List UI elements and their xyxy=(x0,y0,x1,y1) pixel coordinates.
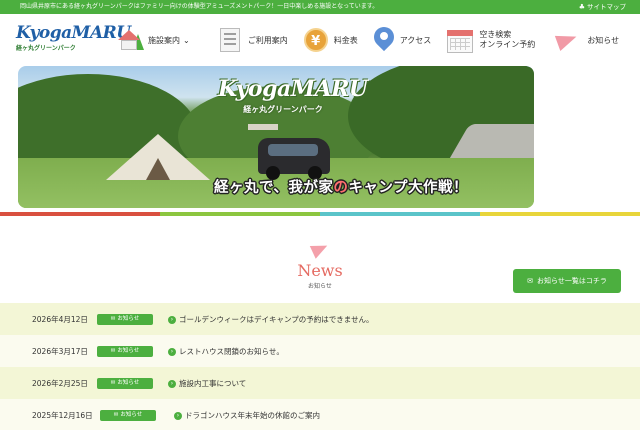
sitemap-link[interactable]: ♣ サイトマップ xyxy=(579,0,626,14)
color-stripe xyxy=(0,212,640,216)
arrow-right-icon: › xyxy=(174,411,182,420)
mail-icon: ✉ xyxy=(527,277,533,285)
stripe-segment xyxy=(480,212,640,216)
nav-item-guide[interactable]: ご利用案内 xyxy=(218,27,288,53)
mail-icon: ✉ xyxy=(110,379,116,386)
site-logo[interactable]: KyogaMARU 経ヶ丸グリーンパーク xyxy=(16,23,131,58)
news-badge: ✉ お知らせ xyxy=(97,345,153,357)
sitemap-icon: ♣ xyxy=(578,3,585,11)
news-link[interactable]: › ゴールデンウィークはデイキャンプの予約はできません。 xyxy=(168,314,374,325)
catch-text-1: 経ヶ丸で、我が家 xyxy=(214,180,334,196)
megaphone-icon xyxy=(309,239,331,259)
catch-text-accent: の xyxy=(333,180,349,196)
nav-label-news: お知らせ xyxy=(587,35,620,45)
hero-logo-mark: KyogaMARU xyxy=(218,76,368,102)
main-nav: 施設案内 ⌄ ご利用案内 ¥ 料金表 アクセス 空き検索 オンライン予約 お知ら… xyxy=(116,14,619,66)
yen-icon: ¥ xyxy=(303,28,328,52)
nav-label-reservation: 空き検索 オンライン予約 xyxy=(479,30,536,49)
hero-catchphrase: 経ヶ丸で、我が家のキャンプ大作戦！ xyxy=(214,176,468,197)
news-title-text: 施設内工事について xyxy=(179,378,247,388)
news-badge: ✉ お知らせ xyxy=(97,377,153,389)
news-date: 2026年4月12日 xyxy=(32,314,88,324)
news-row[interactable]: 2025年12月16日 ✉ お知らせ › ドラゴンハウス年末年始の休館のご案内 xyxy=(0,399,640,430)
arrow-right-icon: › xyxy=(168,379,176,388)
calendar-icon xyxy=(447,27,474,53)
news-date: 2026年3月17日 xyxy=(32,346,88,356)
news-list: 2026年4月12日 ✉ お知らせ › ゴールデンウィークはデイキャンプの予約はでき… xyxy=(0,303,640,430)
car-image xyxy=(258,138,330,180)
news-badge: ✉ お知らせ xyxy=(97,313,153,325)
news-title-text: ドラゴンハウス年末年始の休館のご案内 xyxy=(185,410,320,420)
guide-document-icon xyxy=(218,27,242,53)
news-badge: ✉ お知らせ xyxy=(100,409,156,421)
top-info-bar: 岡山県井原市にある経ヶ丸グリーンパークはファミリー向けの体験型アミューズメントパ… xyxy=(0,0,640,14)
news-link[interactable]: › レストハウス閉鎖のお知らせ。 xyxy=(168,346,284,357)
news-title-text: レストハウス閉鎖のお知らせ。 xyxy=(179,346,284,356)
news-title: News xyxy=(297,261,343,280)
mail-icon: ✉ xyxy=(110,347,116,354)
news-badge-label: お知らせ xyxy=(117,347,140,354)
news-date: 2026年2月25日 xyxy=(32,378,88,388)
news-title-text: ゴールデンウィークはデイキャンプの予約はできません。 xyxy=(179,314,374,324)
news-date: 2025年12月16日 xyxy=(32,410,93,420)
nav-label-fees: 料金表 xyxy=(333,35,358,45)
nav-item-fees[interactable]: ¥ 料金表 xyxy=(303,28,358,52)
site-header: KyogaMARU 経ヶ丸グリーンパーク 施設案内 ⌄ ご利用案内 ¥ 料金表 xyxy=(0,14,640,66)
nav-item-access[interactable]: アクセス xyxy=(369,22,432,53)
news-row[interactable]: 2026年4月12日 ✉ お知らせ › ゴールデンウィークはデイキャンプの予約はでき… xyxy=(0,303,640,335)
hero-banner: KyogaMARU 経ヶ丸グリーンパーク 経ヶ丸で、我が家のキャンプ大作戦！ xyxy=(18,66,534,208)
facility-icon xyxy=(116,28,144,52)
hero-logo-subtitle: 経ヶ丸グリーンパーク xyxy=(243,105,323,114)
news-row[interactable]: 2026年2月25日 ✉ お知らせ › 施設内工事について xyxy=(0,367,640,399)
nav-item-reservation[interactable]: 空き検索 オンライン予約 xyxy=(447,27,535,53)
site-tagline: 岡山県井原市にある経ヶ丸グリーンパークはファミリー向けの体験型アミューズメントパ… xyxy=(20,3,379,10)
news-badge-label: お知らせ xyxy=(117,379,140,386)
news-badge-label: お知らせ xyxy=(117,315,140,322)
mail-icon: ✉ xyxy=(110,315,116,322)
news-list-button[interactable]: ✉ お知らせ一覧はコチラ xyxy=(513,269,621,293)
news-link[interactable]: › ドラゴンハウス年末年始の休館のご案内 xyxy=(174,410,320,421)
nav-item-news[interactable]: お知らせ xyxy=(555,29,619,51)
map-pin-icon xyxy=(369,22,398,53)
nav-label-facility: 施設案内 xyxy=(148,35,180,45)
news-subtitle: お知らせ xyxy=(308,283,332,290)
news-row[interactable]: 2026年3月17日 ✉ お知らせ › レストハウス閉鎖のお知らせ。 xyxy=(0,335,640,367)
nav-label-guide: ご利用案内 xyxy=(247,35,288,45)
mail-icon: ✉ xyxy=(113,411,119,418)
stripe-segment xyxy=(160,212,320,216)
hero-logo: KyogaMARU 経ヶ丸グリーンパーク xyxy=(218,76,368,115)
megaphone-icon xyxy=(555,29,581,51)
stripe-segment xyxy=(320,212,480,216)
arrow-right-icon: › xyxy=(168,315,176,324)
logo-mark: KyogaMARU xyxy=(16,23,131,43)
arrow-right-icon: › xyxy=(168,347,176,356)
sitemap-label: サイトマップ xyxy=(587,3,626,11)
nav-label-access: アクセス xyxy=(399,35,432,45)
stripe-segment xyxy=(0,212,160,216)
catch-text-2: キャンプ大作戦！ xyxy=(348,180,468,196)
news-link[interactable]: › 施設内工事について xyxy=(168,378,246,389)
news-badge-label: お知らせ xyxy=(120,411,143,418)
nav-item-facility[interactable]: 施設案内 ⌄ xyxy=(116,28,190,52)
chevron-down-icon: ⌄ xyxy=(183,35,190,45)
news-list-button-label: お知らせ一覧はコチラ xyxy=(537,277,607,285)
logo-subtitle: 経ヶ丸グリーンパーク xyxy=(16,45,76,52)
news-heading: News お知らせ xyxy=(250,239,390,290)
